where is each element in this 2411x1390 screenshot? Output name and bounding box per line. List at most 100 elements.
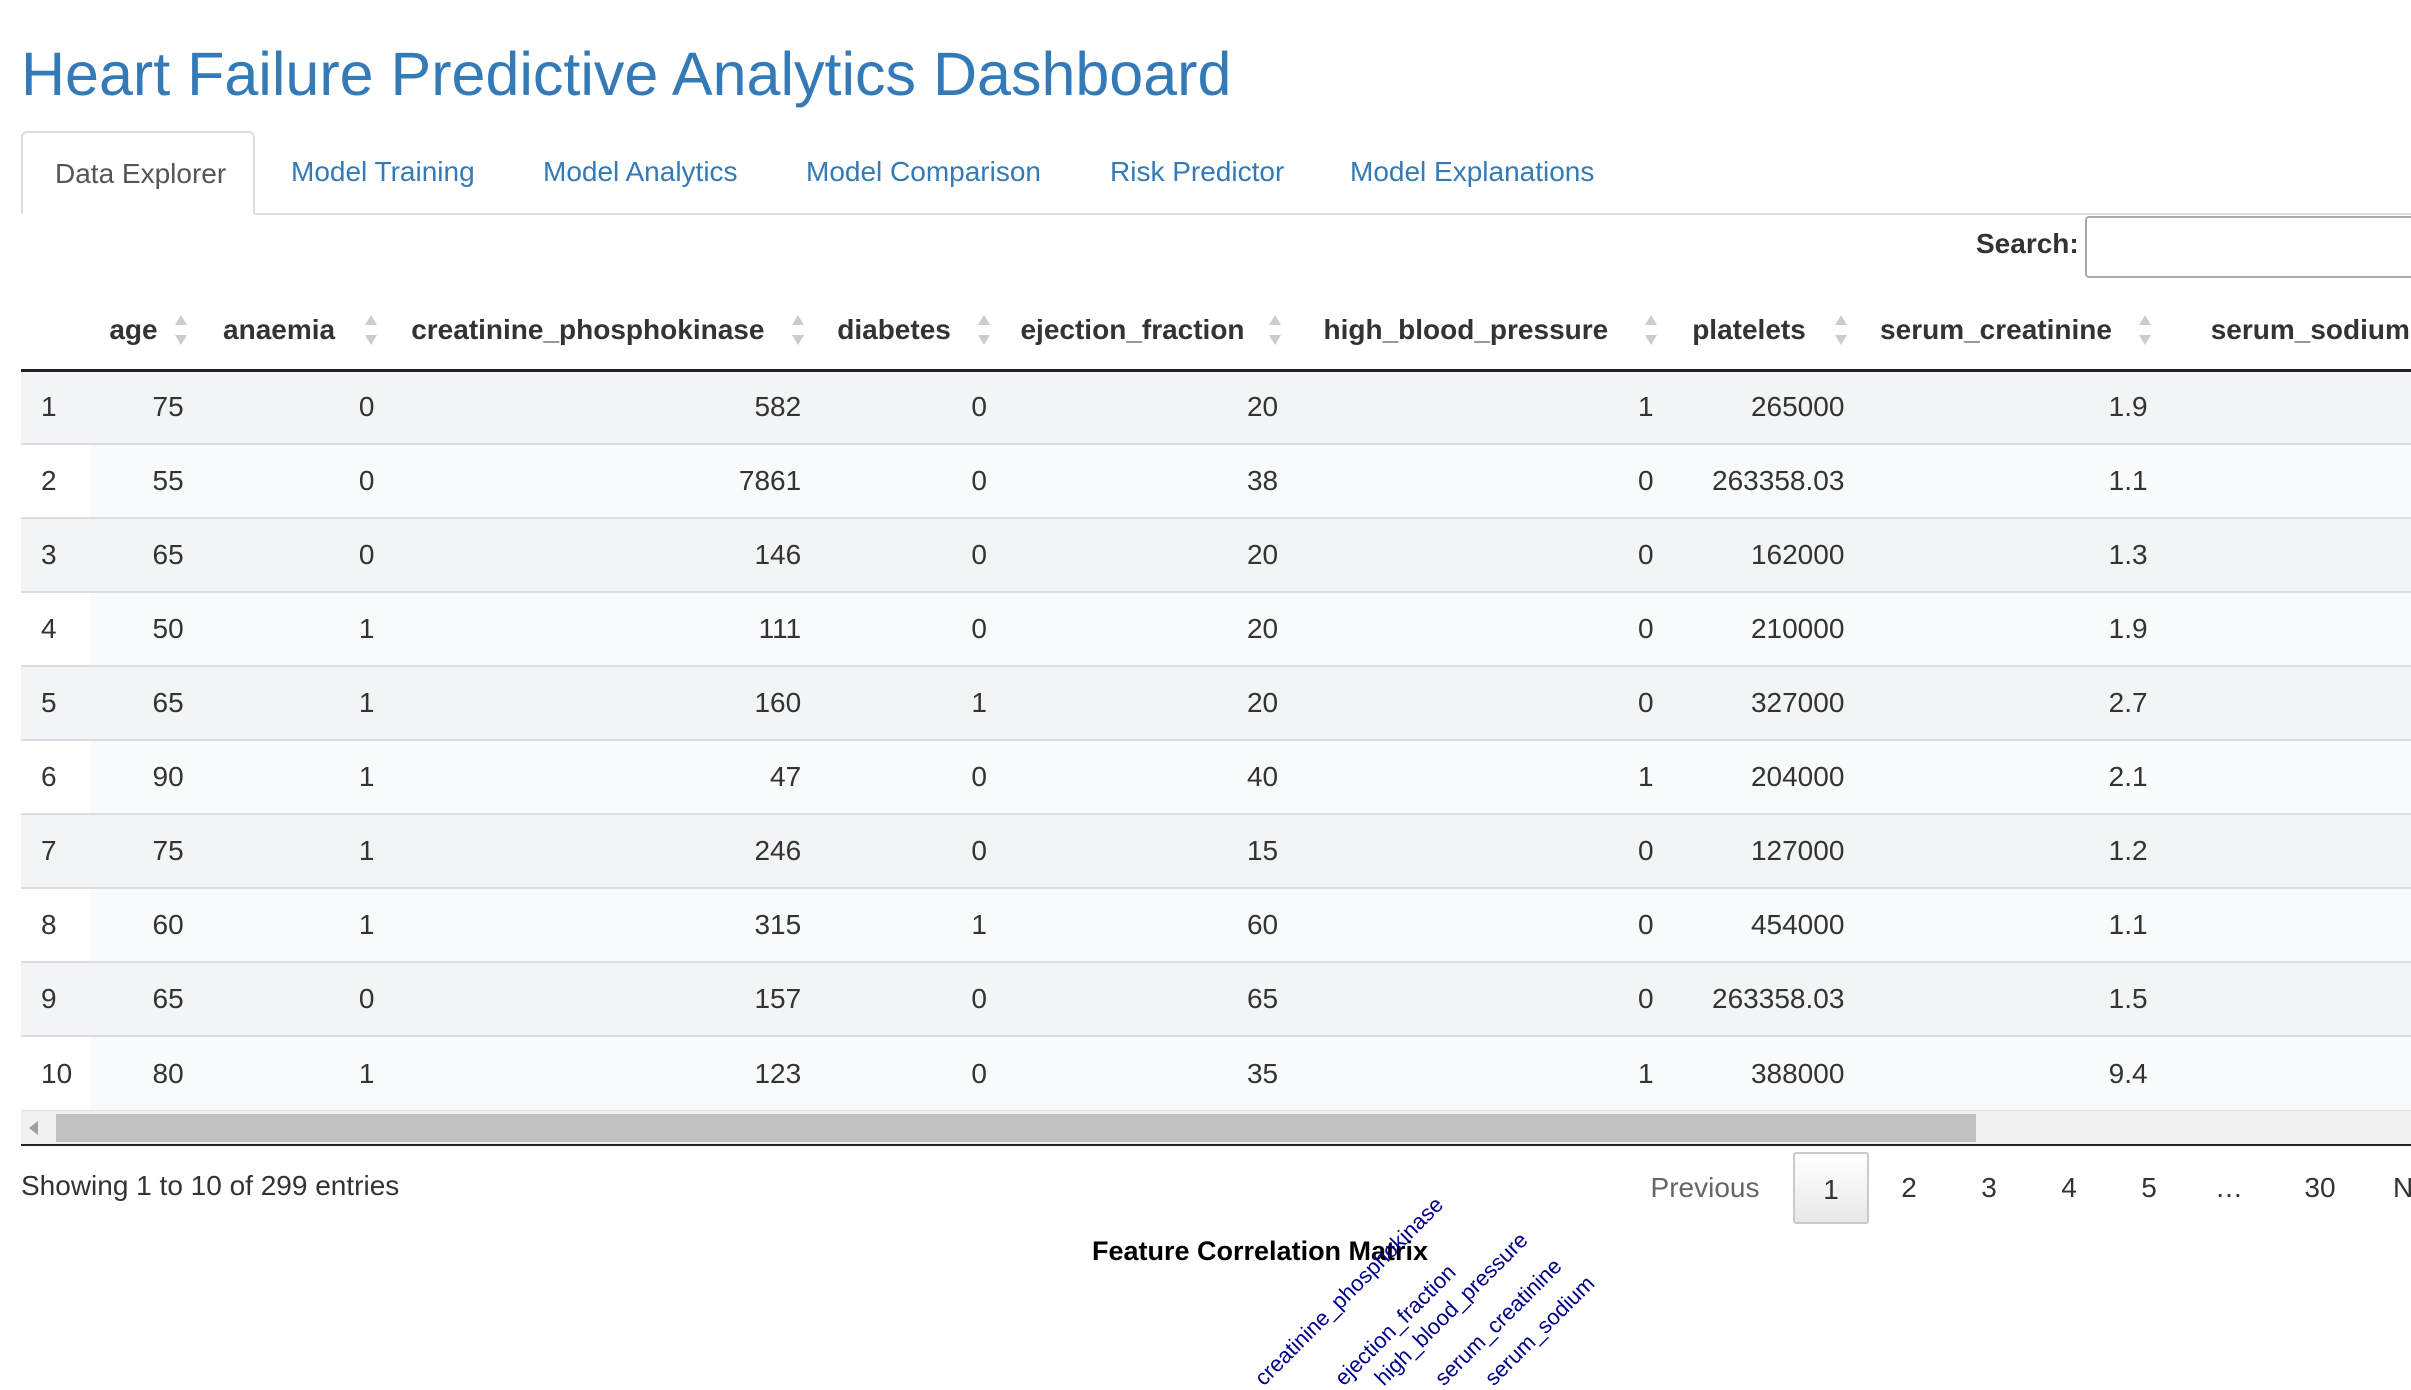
row-index-cell: 3 xyxy=(21,517,92,592)
sort-icon xyxy=(1268,312,1282,348)
table-cell: 0 xyxy=(809,813,995,888)
table-cell: 0 xyxy=(809,961,995,1036)
table-cell: 1 xyxy=(809,665,995,740)
search-label: Search: xyxy=(1976,228,2079,259)
pagination-page-1[interactable]: 1 xyxy=(1793,1152,1869,1224)
table-cell: 0 xyxy=(809,517,995,592)
table-cell: 1.5 xyxy=(1852,961,2156,1036)
table-cell: 127000 xyxy=(1661,813,1853,888)
pagination-page-5[interactable]: 5 xyxy=(2110,1152,2188,1224)
row-index-cell: 9 xyxy=(21,961,92,1036)
table-cell: 0 xyxy=(191,961,383,1036)
column-header-label: creatinine_phosphokinase xyxy=(411,314,765,346)
table-cell: 20 xyxy=(994,591,1287,666)
column-header-creatinine-phosphokinase[interactable]: creatinine_phosphokinase xyxy=(382,292,810,372)
table-cell: 454000 xyxy=(1661,887,1853,962)
table-cell: 9.4 xyxy=(1852,1035,2156,1110)
pagination-page-4[interactable]: 4 xyxy=(2030,1152,2108,1224)
table-cell: 1.9 xyxy=(1852,369,2156,444)
table-cell: 60 xyxy=(994,887,1287,962)
table-cell: 1 xyxy=(191,591,383,666)
tab-model-training[interactable]: Model Training xyxy=(259,131,507,213)
table-cell: 263358.03 xyxy=(1661,443,1853,518)
scroll-left-arrow-icon[interactable] xyxy=(29,1121,38,1135)
search-input[interactable] xyxy=(2085,216,2411,278)
pagination-page-2[interactable]: 2 xyxy=(1870,1152,1948,1224)
row-index-cell: 4 xyxy=(21,591,92,666)
column-header-diabetes[interactable]: diabetes xyxy=(809,292,995,372)
table-row[interactable]: 365014602001620001.3129 xyxy=(21,517,2411,592)
table-row[interactable]: 255078610380263358.031.1136 xyxy=(21,443,2411,518)
column-header-label: anaemia xyxy=(223,314,336,346)
table-cell: 20 xyxy=(994,665,1287,740)
sort-icon xyxy=(364,312,378,348)
column-header-high-blood-pressure[interactable]: high_blood_pressure xyxy=(1286,292,1662,372)
table-row[interactable]: 175058202012650001.9130 xyxy=(21,369,2411,444)
column-header-label: ejection_fraction xyxy=(1020,314,1245,346)
column-header-label: serum_sodium xyxy=(2210,314,2410,346)
column-header-platelets[interactable]: platelets xyxy=(1661,292,1853,372)
table-cell: 1.1 xyxy=(1852,887,2156,962)
table-cell: 1 xyxy=(191,813,383,888)
table-cell: 1.2 xyxy=(1852,813,2156,888)
row-index-cell: 6 xyxy=(21,739,92,814)
table-row[interactable]: 96501570650263358.031.5138 xyxy=(21,961,2411,1036)
column-header-age[interactable]: age xyxy=(91,292,192,372)
tab-model-comparison[interactable]: Model Comparison xyxy=(774,131,1073,213)
row-index-cell: 5 xyxy=(21,665,92,740)
pagination-page-30[interactable]: 30 xyxy=(2278,1152,2362,1224)
table-cell: 1 xyxy=(809,887,995,962)
column-header-ejection-fraction[interactable]: ejection_fraction xyxy=(994,292,1287,372)
table-cell: 132 xyxy=(2155,739,2411,814)
row-index-cell: 1 xyxy=(21,369,92,444)
tab-data-explorer[interactable]: Data Explorer xyxy=(21,131,255,215)
table-cell: 0 xyxy=(809,739,995,814)
table-cell: 138 xyxy=(2155,961,2411,1036)
table-row[interactable]: 1080112303513880009.4133 xyxy=(21,1035,2411,1110)
table-cell: 0 xyxy=(191,369,383,444)
data-table: age anaemia creatinine_phosphokinase dia… xyxy=(21,292,2411,1110)
row-index-cell: 2 xyxy=(21,443,92,518)
table-cell: 116 xyxy=(2155,665,2411,740)
column-header-serum-creatinine[interactable]: serum_creatinine xyxy=(1852,292,2156,372)
table-cell: 0 xyxy=(809,591,995,666)
tab-model-analytics[interactable]: Model Analytics xyxy=(511,131,770,213)
sort-icon xyxy=(174,312,188,348)
pagination-page-3[interactable]: 3 xyxy=(1950,1152,2028,1224)
table-cell: 2.7 xyxy=(1852,665,2156,740)
table-cell: 130 xyxy=(2155,369,2411,444)
table-cell: 50 xyxy=(91,591,192,666)
table-cell: 90 xyxy=(91,739,192,814)
tab-risk-predictor[interactable]: Risk Predictor xyxy=(1078,131,1316,213)
table-cell: 1 xyxy=(1286,369,1662,444)
table-cell: 137 xyxy=(2155,813,2411,888)
table-cell: 388000 xyxy=(1661,1035,1853,1110)
table-cell: 2.1 xyxy=(1852,739,2156,814)
table-cell: 60 xyxy=(91,887,192,962)
table-cell: 1 xyxy=(191,665,383,740)
page-title: Heart Failure Predictive Analytics Dashb… xyxy=(21,40,1232,108)
horizontal-scrollbar[interactable] xyxy=(21,1110,2411,1145)
table-cell: 0 xyxy=(1286,665,1662,740)
pagination-ellipsis: … xyxy=(2215,1172,2243,1203)
table-cell: 7861 xyxy=(382,443,810,518)
sort-icon xyxy=(791,312,805,348)
pagination-previous[interactable]: Previous xyxy=(1630,1152,1780,1224)
table-row[interactable]: 450111102002100001.9137 xyxy=(21,591,2411,666)
table-row[interactable]: 69014704012040002.1132 xyxy=(21,739,2411,814)
table-cell: 1.9 xyxy=(1852,591,2156,666)
table-row[interactable]: 775124601501270001.2137 xyxy=(21,813,2411,888)
column-header-anaemia[interactable]: anaemia xyxy=(191,292,383,372)
table-cell: 246 xyxy=(382,813,810,888)
scrollbar-thumb[interactable] xyxy=(56,1114,1976,1142)
table-cell: 75 xyxy=(91,369,192,444)
table-row[interactable]: 860131516004540001.1131 xyxy=(21,887,2411,962)
table-cell: 65 xyxy=(91,665,192,740)
table-row[interactable]: 565116012003270002.7116 xyxy=(21,665,2411,740)
column-header-serum-sodium[interactable]: serum_sodium xyxy=(2155,292,2411,372)
table-cell: 65 xyxy=(994,961,1287,1036)
tab-model-explanations[interactable]: Model Explanations xyxy=(1318,131,1626,213)
row-index-cell: 10 xyxy=(21,1035,92,1110)
pagination-next[interactable]: Next xyxy=(2393,1152,2411,1224)
page: Heart Failure Predictive Analytics Dashb… xyxy=(0,0,2411,1390)
